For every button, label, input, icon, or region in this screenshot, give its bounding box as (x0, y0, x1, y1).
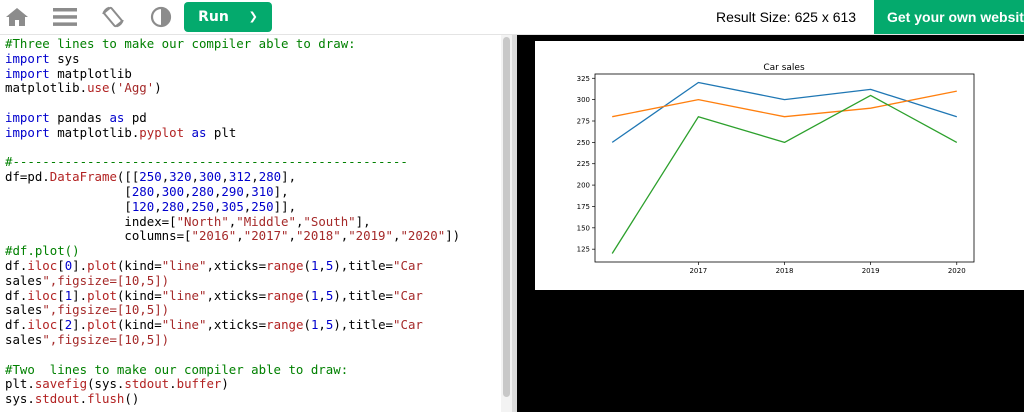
chevron-right-icon: ❯ (248, 10, 258, 23)
x-tick-label: 2020 (948, 267, 966, 275)
series-line-3 (611, 94, 958, 254)
x-tick-label: 2017 (689, 267, 707, 275)
result-size-label: Result Size: 625 x 613 (716, 9, 857, 25)
y-tick-label: 150 (577, 224, 590, 232)
rotate-screen-icon[interactable] (100, 5, 126, 29)
y-tick-label: 325 (577, 75, 590, 83)
y-tick-label: 175 (577, 203, 590, 211)
editor-scrollbar-thumb[interactable] (503, 37, 510, 397)
get-your-own-website-button[interactable]: Get your own website (874, 0, 1024, 34)
y-tick-label: 300 (577, 96, 590, 104)
line-chart: Car sales 125 150 175 200 225 250 275 300 325 201… (577, 63, 975, 275)
plot-axes-frame (594, 73, 975, 263)
y-tick-label: 125 (577, 246, 590, 254)
series-line-1 (611, 81, 957, 143)
run-button[interactable]: Run ❯ (184, 2, 272, 32)
toolbar: Run ❯ Result Size: 625 x 613 Get your ow… (0, 0, 1024, 35)
contrast-icon[interactable] (148, 5, 174, 29)
result-plot-image: Car sales 125 150 175 200 225 250 275 300 325 201… (535, 41, 1024, 290)
x-tick-label: 2018 (776, 267, 794, 275)
run-button-label: Run (198, 9, 229, 25)
y-tick-label: 225 (577, 160, 590, 168)
code-text[interactable]: #Three lines to make our compiler able t… (5, 36, 460, 407)
home-icon[interactable] (4, 5, 30, 29)
y-tick-label: 200 (577, 182, 590, 190)
y-tick-label: 250 (577, 139, 590, 147)
code-editor[interactable]: #Three lines to make our compiler able t… (0, 35, 512, 412)
x-tick-label: 2019 (862, 267, 880, 275)
menu-icon[interactable] (52, 5, 78, 29)
chart-title: Car sales (763, 63, 805, 73)
y-tick-label: 275 (577, 118, 590, 126)
series-line-2 (612, 90, 957, 118)
